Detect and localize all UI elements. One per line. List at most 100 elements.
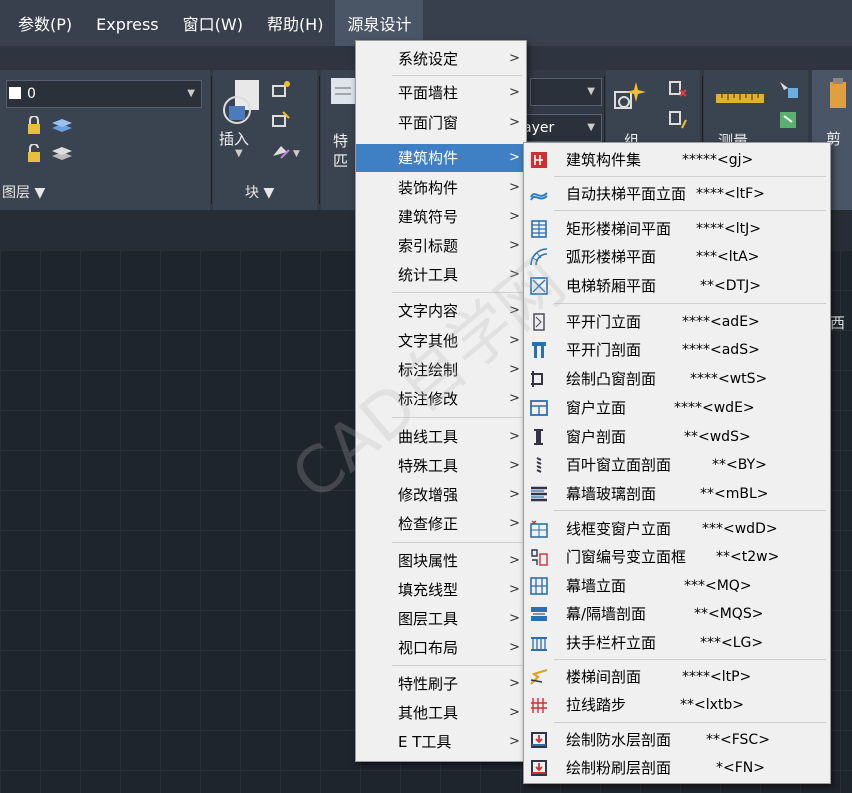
menu-help[interactable]: 帮助(H) xyxy=(255,0,336,46)
menu-express[interactable]: Express xyxy=(84,0,170,46)
menu-item-text-other[interactable]: 文字其他 > xyxy=(356,327,526,355)
menu-item-label: 视口布局 xyxy=(398,639,459,657)
layer-merge-icon[interactable] xyxy=(50,142,74,164)
submenu-item-waterproof-section[interactable]: 绘制防水层剖面 **<FSC> xyxy=(524,726,830,754)
arc-stair-icon xyxy=(530,248,548,266)
submenu-item-window-section[interactable]: 窗户剖面 **<wdS> xyxy=(524,423,830,451)
viewcube-label[interactable]: 西 xyxy=(830,312,845,333)
submenu-item-elevator[interactable]: 电梯轿厢平面 **<DTJ> xyxy=(524,272,830,300)
command-shortcut: *****<gj> xyxy=(682,152,754,168)
layer-stack-icon[interactable] xyxy=(50,114,74,136)
block-attribute-icon[interactable]: ▼ xyxy=(271,142,303,162)
submenu-item-louver[interactable]: 百叶窗立面剖面 **<BY> xyxy=(524,451,830,479)
window-elevation-icon xyxy=(530,400,548,416)
menu-item-label: 图块属性 xyxy=(398,552,459,570)
submenu-item-frame-to-window[interactable]: 线框变窗户立面 ***<wdD> xyxy=(524,515,830,543)
menu-item-block-attributes[interactable]: 图块属性 > xyxy=(356,547,526,575)
plaster-section-icon xyxy=(531,760,547,776)
menu-window[interactable]: 窗口(W) xyxy=(171,0,255,46)
submenu-item-escalator[interactable]: 自动扶梯平面立面 ****<ltF> xyxy=(524,180,830,208)
elevator-icon xyxy=(530,277,548,295)
menu-item-hatch-linetype[interactable]: 填充线型 > xyxy=(356,576,526,604)
menu-item-check-fix[interactable]: 检查修正 > xyxy=(356,510,526,538)
paste-icon[interactable] xyxy=(828,78,848,110)
submenu-item-rect-stair[interactable]: 矩形楼梯间平面 ****<ltJ> xyxy=(524,215,830,243)
submenu-item-line-steps[interactable]: 拉线踏步 **<lxtb> xyxy=(524,691,830,719)
menu-item-property-brush[interactable]: 特性刷子 > xyxy=(356,670,526,698)
submenu-item-swing-door-section[interactable]: 平开门剖面 ****<adS> xyxy=(524,336,830,364)
submenu-item-stair-section[interactable]: 楼梯间剖面 ****<ltP> xyxy=(524,663,830,691)
menu-item-viewport-layout[interactable]: 视口布局 > xyxy=(356,634,526,662)
submenu-item-label: 矩形楼梯间平面 xyxy=(566,220,672,238)
menu-item-other-tools[interactable]: 其他工具 > xyxy=(356,699,526,727)
chevron-down-icon[interactable]: ▼ xyxy=(235,148,243,159)
submenu-item-curtain-glass-section[interactable]: 幕墙玻璃剖面 **<mBL> xyxy=(524,480,830,508)
insert-block-icon[interactable] xyxy=(219,76,265,126)
select-all-icon[interactable] xyxy=(778,110,800,130)
match-properties-icon[interactable] xyxy=(329,76,357,110)
menu-item-label: 文字其他 xyxy=(398,332,459,350)
line-steps-icon xyxy=(531,698,547,713)
edit-block-icon[interactable] xyxy=(271,110,291,130)
create-block-icon[interactable] xyxy=(271,80,291,100)
insert-label[interactable]: 插入 xyxy=(219,128,249,149)
submenu-item-window-elev[interactable]: 窗户立面 ****<wdE> xyxy=(524,394,830,422)
ungroup-icon[interactable] xyxy=(668,80,688,100)
menu-separator xyxy=(554,659,826,660)
menu-item-door-window[interactable]: 平面门窗 > xyxy=(356,109,526,137)
menu-item-building-components[interactable]: 建筑构件 > xyxy=(356,144,526,172)
menu-item-dimension-draw[interactable]: 标注绘制 > xyxy=(356,356,526,384)
menu-item-modify-enhance[interactable]: 修改增强 > xyxy=(356,481,526,509)
menu-item-dimension-modify[interactable]: 标注修改 > xyxy=(356,385,526,413)
panel-divider xyxy=(319,76,320,204)
submenu-item-partition-section[interactable]: 幕/隔墙剖面 **<MQS> xyxy=(524,600,830,628)
submenu-item-label: 绘制粉刷层剖面 xyxy=(566,759,672,777)
layer-combo[interactable]: 0 ▼ xyxy=(6,80,202,108)
menu-item-decoration-components[interactable]: 装饰构件 > xyxy=(356,174,526,202)
panel-divider xyxy=(211,76,212,204)
menu-item-layer-tools[interactable]: 图层工具 > xyxy=(356,605,526,633)
menu-item-special-tools[interactable]: 特殊工具 > xyxy=(356,452,526,480)
swing-door-section-icon xyxy=(532,342,546,358)
submenu-item-label: 门窗编号变立面框 xyxy=(566,548,687,566)
layer-property-combo[interactable]: ayer ▼ xyxy=(520,114,602,142)
menu-item-et-tools[interactable]: E T工具 > xyxy=(356,728,526,756)
properties-panel: 特 匹 xyxy=(321,70,357,210)
measure-ruler-icon[interactable] xyxy=(716,90,764,106)
menu-item-building-symbols[interactable]: 建筑符号 > xyxy=(356,203,526,231)
properties-label-2[interactable]: 匹 xyxy=(333,150,348,171)
submenu-item-arc-stair[interactable]: 弧形楼梯平面 ***<ltA> xyxy=(524,243,830,271)
layer-property-value: ayer xyxy=(523,120,555,136)
menu-separator xyxy=(554,510,826,511)
properties-label-1[interactable]: 特 xyxy=(333,130,348,151)
linetype-combo[interactable]: ▼ xyxy=(530,78,602,106)
group-icon[interactable] xyxy=(612,80,646,114)
submenu-item-plaster-section[interactable]: 绘制粉刷层剖面 *<FN> xyxy=(524,754,830,782)
chevron-right-icon: > xyxy=(509,209,520,224)
submenu-item-number-to-frame[interactable]: 门窗编号变立面框 **<t2w> xyxy=(524,543,830,571)
chevron-right-icon: > xyxy=(509,705,520,720)
group-edit-icon[interactable] xyxy=(668,110,688,130)
menu-item-statistics-tools[interactable]: 统计工具 > xyxy=(356,261,526,289)
submenu-item-label: 窗户剖面 xyxy=(566,428,627,446)
swing-door-elevation-icon xyxy=(533,313,545,331)
submenu-item-label: 百叶窗立面剖面 xyxy=(566,456,672,474)
menu-item-label: 填充线型 xyxy=(398,581,459,599)
submenu-item-bay-window-section[interactable]: 绘制凸窗剖面 ****<wtS> xyxy=(524,365,830,393)
submenu-item-swing-door-elev[interactable]: 平开门立面 ****<adE> xyxy=(524,308,830,336)
quick-select-icon[interactable] xyxy=(778,80,800,100)
layer-unlock-icon[interactable] xyxy=(26,144,48,164)
menu-params[interactable]: 参数(P) xyxy=(0,0,84,46)
chevron-right-icon: > xyxy=(509,267,520,282)
layers-panel-title[interactable]: 图层 ▼ xyxy=(2,182,45,202)
block-panel-title[interactable]: 块 ▼ xyxy=(245,182,274,202)
submenu-item-component-set[interactable]: 建筑构件集 *****<gj> xyxy=(524,146,830,174)
submenu-item-curtain-wall-elev[interactable]: 幕墙立面 ***<MQ> xyxy=(524,572,830,600)
menu-item-curve-tools[interactable]: 曲线工具 > xyxy=(356,423,526,451)
submenu-item-handrail[interactable]: 扶手栏杆立面 ***<LG> xyxy=(524,629,830,657)
menu-item-index-titles[interactable]: 索引标题 > xyxy=(356,232,526,260)
menu-item-text-content[interactable]: 文字内容 > xyxy=(356,297,526,325)
layer-lock-icon[interactable] xyxy=(26,116,48,136)
menu-item-system-settings[interactable]: 系统设定 > xyxy=(356,45,526,73)
menu-item-wall-column[interactable]: 平面墙柱 > xyxy=(356,79,526,107)
